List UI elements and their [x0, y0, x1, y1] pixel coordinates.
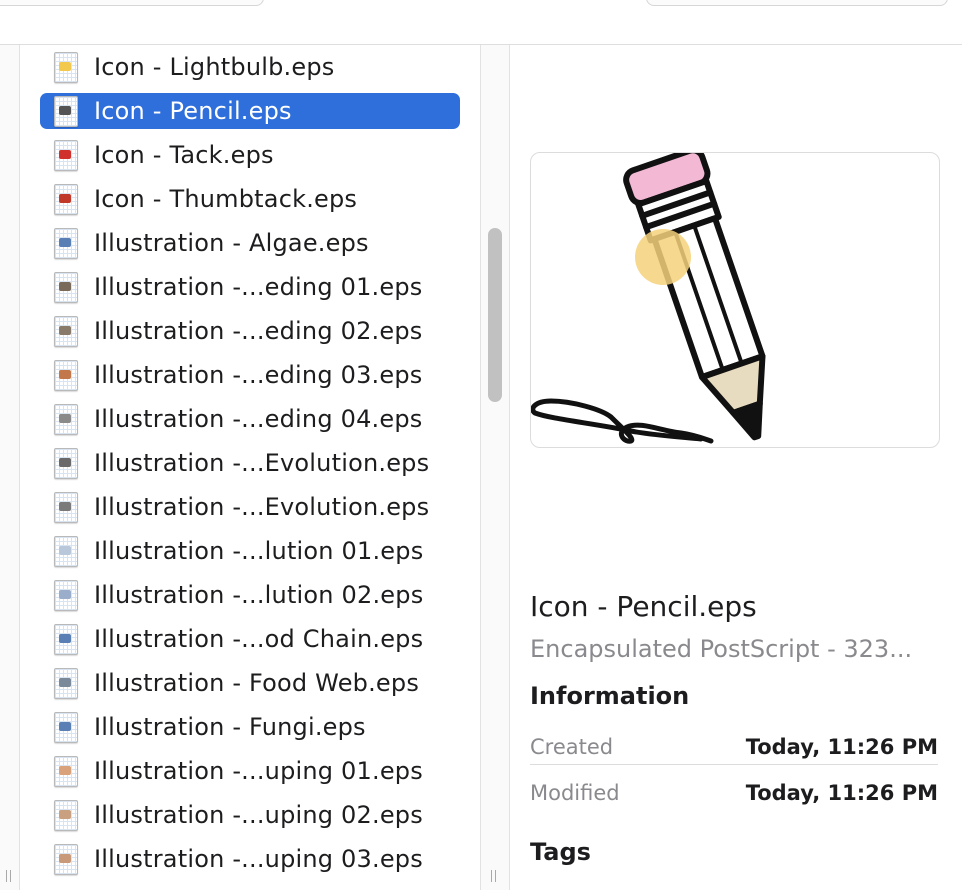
file-row[interactable]: Illustration -...eding 02.eps: [40, 313, 460, 349]
eps-file-icon: [52, 359, 78, 391]
file-row[interactable]: Illustration -...lution 01.eps: [40, 533, 460, 569]
tack-thumbnail-icon: [52, 139, 78, 171]
file-name: Icon - Thumbtack.eps: [94, 185, 358, 213]
modified-label: Modified: [530, 781, 620, 805]
eps-file-icon: [52, 623, 78, 655]
preview-kind: Encapsulated PostScript - 323...: [530, 635, 913, 663]
modified-row: Modified Today, 11:26 PM: [530, 771, 938, 815]
file-row[interactable]: Icon - Lightbulb.eps: [40, 49, 460, 85]
created-value: Today, 11:26 PM: [745, 735, 938, 759]
file-row[interactable]: Illustration - Food Web.eps: [40, 665, 460, 701]
column-resize-handle[interactable]: [5, 870, 13, 882]
file-name: Illustration -...eding 01.eps: [94, 273, 423, 301]
preview-thumbnail[interactable]: [530, 152, 940, 448]
file-name: Illustration -...uping 01.eps: [94, 757, 423, 785]
file-row[interactable]: Illustration -...uping 01.eps: [40, 753, 460, 789]
file-name: Icon - Pencil.eps: [94, 97, 292, 125]
pencil-highlight: [635, 229, 691, 285]
pencil-thumbnail-icon: [52, 95, 78, 127]
file-row[interactable]: Icon - Thumbtack.eps: [40, 181, 460, 217]
search-field[interactable]: [646, 0, 948, 6]
file-row[interactable]: Illustration -...eding 01.eps: [40, 269, 460, 305]
file-name: Illustration - Algae.eps: [94, 229, 369, 257]
eps-file-icon: [52, 491, 78, 523]
eps-file-icon: [52, 755, 78, 787]
file-name: Illustration -...Evolution.eps: [94, 493, 430, 521]
created-row: Created Today, 11:26 PM: [530, 725, 938, 769]
file-name: Illustration -...eding 04.eps: [94, 405, 423, 433]
eps-file-icon: [52, 271, 78, 303]
file-name: Illustration -...uping 03.eps: [94, 845, 423, 873]
file-name: Illustration - Fungi.eps: [94, 713, 366, 741]
file-row[interactable]: Illustration -...od Chain.eps: [40, 621, 460, 657]
file-row[interactable]: Icon - Tack.eps: [40, 137, 460, 173]
info-separator: [530, 764, 938, 765]
eps-file-icon: [52, 315, 78, 347]
lightbulb-thumbnail-icon: [52, 51, 78, 83]
file-list-column[interactable]: Icon - Lightbulb.eps Icon - Pencil.eps Ico…: [20, 45, 480, 890]
file-name: Illustration -...od Chain.eps: [94, 625, 424, 653]
file-row[interactable]: Illustration -...eding 03.eps: [40, 357, 460, 393]
file-name: Illustration -...eding 03.eps: [94, 361, 423, 389]
eps-file-icon: [52, 711, 78, 743]
pencil-scribble: [531, 398, 714, 444]
pencil-preview-image: [531, 153, 766, 444]
file-row[interactable]: Illustration -...Evolution.eps: [40, 489, 460, 525]
modified-value: Today, 11:26 PM: [745, 781, 938, 805]
column-resize-handle[interactable]: [490, 870, 498, 882]
scrollbar-thumb[interactable]: [488, 228, 502, 402]
eps-file-icon: [52, 799, 78, 831]
file-row[interactable]: Illustration - Fungi.eps: [40, 709, 460, 745]
file-row[interactable]: Illustration -...uping 02.eps: [40, 797, 460, 833]
file-name: Illustration -...uping 02.eps: [94, 801, 423, 829]
eps-file-icon: [52, 579, 78, 611]
toolbar: [0, 0, 962, 44]
scrollbar[interactable]: [481, 45, 510, 890]
file-row[interactable]: Icon - Pencil.eps: [40, 93, 460, 129]
file-name: Illustration -...lution 02.eps: [94, 581, 424, 609]
preview-title: Icon - Pencil.eps: [530, 590, 757, 623]
preview-pane: Icon - Pencil.eps Encapsulated PostScrip…: [510, 45, 962, 890]
eps-file-icon: [52, 667, 78, 699]
file-name: Illustration -...Evolution.eps: [94, 449, 430, 477]
file-name: Icon - Lightbulb.eps: [94, 53, 335, 81]
eps-file-icon: [52, 403, 78, 435]
file-name: Icon - Tack.eps: [94, 141, 274, 169]
file-row[interactable]: Illustration - Algae.eps: [40, 225, 460, 261]
file-row[interactable]: Illustration -...Evolution.eps: [40, 445, 460, 481]
file-name: Illustration - Food Web.eps: [94, 669, 420, 697]
file-name: Illustration -...lution 01.eps: [94, 537, 424, 565]
file-row[interactable]: Illustration -...lution 02.eps: [40, 577, 460, 613]
created-label: Created: [530, 735, 614, 759]
thumbtack-thumbnail-icon: [52, 183, 78, 215]
toolbar-segment-left[interactable]: [0, 0, 264, 6]
eps-file-icon: [52, 227, 78, 259]
information-heading: Information: [530, 682, 690, 710]
file-name: Illustration -...eding 02.eps: [94, 317, 423, 345]
file-row[interactable]: Illustration -...uping 03.eps: [40, 841, 460, 877]
tags-heading: Tags: [530, 838, 591, 866]
eps-file-icon: [52, 535, 78, 567]
file-row[interactable]: Illustration -...eding 04.eps: [40, 401, 460, 437]
eps-file-icon: [52, 843, 78, 875]
previous-column[interactable]: [0, 45, 20, 890]
eps-file-icon: [52, 447, 78, 479]
